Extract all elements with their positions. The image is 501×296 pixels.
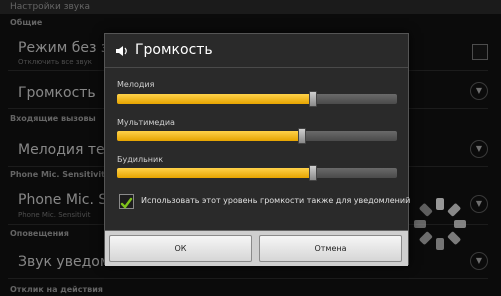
dialog-header: Громкость (105, 34, 408, 68)
ringtone-volume-slider[interactable] (117, 91, 397, 107)
button-bar: ОК Отмена (105, 230, 408, 266)
ringtone-volume-label: Мелодия (117, 80, 155, 89)
slider-fill (117, 94, 313, 104)
volume-dialog: Громкость Мелодия Мультимедиа Будильник … (104, 33, 411, 266)
checkmark-icon (120, 197, 133, 209)
dialog-title: Громкость (135, 42, 213, 58)
alarm-volume-label: Будильник (117, 155, 164, 164)
slider-thumb[interactable] (309, 165, 317, 181)
checkbox-label: Использовать этот уровень громкости такж… (141, 196, 411, 205)
slider-fill (117, 131, 302, 141)
notification-volume-checkbox[interactable] (119, 194, 134, 209)
media-volume-label: Мультимедиа (117, 118, 175, 127)
ok-button[interactable]: ОК (109, 235, 252, 262)
alarm-volume-slider[interactable] (117, 165, 397, 181)
slider-thumb[interactable] (309, 91, 317, 107)
speaker-icon (116, 46, 127, 56)
cancel-button[interactable]: Отмена (259, 235, 402, 262)
slider-fill (117, 168, 313, 178)
slider-thumb[interactable] (297, 128, 306, 144)
media-volume-slider[interactable] (117, 128, 397, 144)
